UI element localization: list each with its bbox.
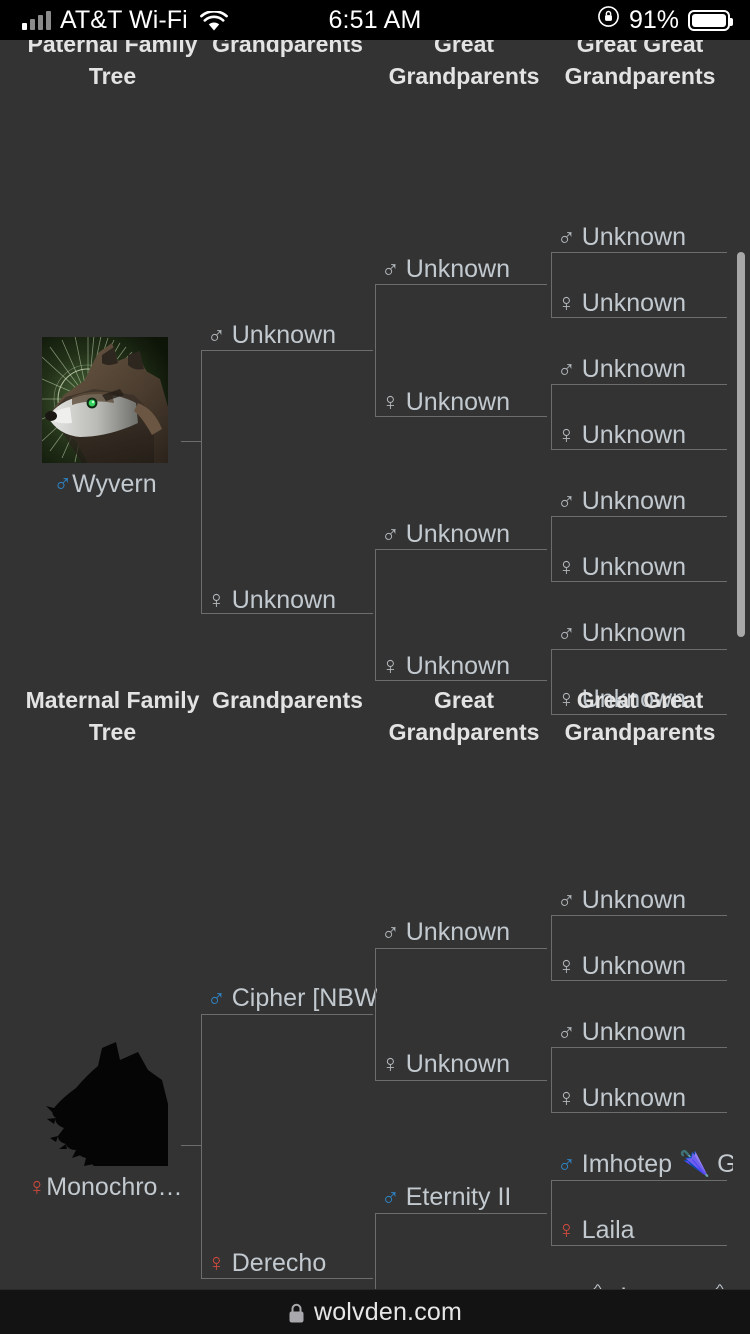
wolf-portrait-monochrome[interactable] — [42, 1040, 168, 1166]
wolf-portrait-wyvern[interactable] — [42, 337, 168, 463]
paternal-ggg-5[interactable]: ♀ Unknown — [557, 552, 729, 582]
maternal-col-header-great-great-grandparents: Great Great Grandparents — [564, 687, 716, 745]
paternal-col-header-grandparents: Grandparents — [212, 40, 363, 57]
male-symbol-icon: ♂ — [557, 1018, 576, 1046]
paternal-subject-name[interactable]: ♂Wyvern — [22, 470, 188, 499]
paternal-col-header-subject: Paternal Family Tree — [27, 40, 198, 89]
paternal-ggg-4[interactable]: ♂ Unknown — [557, 486, 729, 516]
male-symbol-icon: ♂ — [557, 1282, 576, 1289]
maternal-col-header-grandparents: Grandparents — [212, 687, 363, 713]
paternal-col-header-great-grandparents: Great Grandparents — [388, 40, 540, 89]
male-symbol-icon: ♂ — [381, 1183, 400, 1211]
female-symbol-icon: ♀ — [557, 1216, 576, 1244]
maternal-subject-name[interactable]: ♀Monochro… — [22, 1173, 188, 1202]
maternal-stub-subject — [181, 1145, 202, 1146]
status-bar-right: 91% — [597, 5, 733, 35]
paternal-ggg-2[interactable]: ♂ Unknown — [557, 354, 729, 384]
male-symbol-icon: ♂ — [207, 321, 226, 349]
male-symbol-icon: ♂ — [557, 223, 576, 251]
maternal-ggg-0[interactable]: ♂ Unknown — [557, 885, 729, 915]
maternal-ggg-3[interactable]: ♀ Unknown — [557, 1083, 729, 1113]
page-scrollbar[interactable] — [737, 252, 745, 637]
male-symbol-icon: ♂ — [557, 886, 576, 914]
browser-address-bar[interactable]: wolvden.com — [0, 1289, 750, 1334]
female-symbol-icon: ♀ — [27, 1173, 47, 1201]
paternal-family-tree: Paternal Family Tree Grandparents Great … — [0, 40, 750, 715]
female-symbol-icon: ♀ — [381, 1050, 400, 1078]
male-symbol-icon: ♂ — [557, 355, 576, 383]
paternal-ggg-1[interactable]: ♀ Unknown — [557, 288, 729, 318]
paternal-subject[interactable]: ♂Wyvern — [22, 337, 188, 499]
maternal-subject[interactable]: ♀Monochro… — [22, 1040, 188, 1202]
maternal-grandparent-0[interactable]: ♂Cipher [NBW/… — [207, 983, 377, 1013]
maternal-col-header-great-grandparents: Great Grandparents — [388, 687, 540, 745]
paternal-great-grandparent-3[interactable]: ♀ Unknown — [381, 651, 549, 681]
paternal-tree-body: ♂Wyvern ♂ Unknown ♀ Unknown ♂ Unknown ♀ … — [0, 110, 750, 715]
female-symbol-icon: ♀ — [557, 553, 576, 581]
rotation-lock-icon — [597, 5, 620, 35]
female-symbol-icon: ♀ — [557, 289, 576, 317]
paternal-grandparent-1[interactable]: ♀ Unknown — [207, 585, 377, 615]
maternal-grandparent-1[interactable]: ♀ Derecho — [207, 1248, 377, 1278]
paternal-grandparent-0[interactable]: ♂ Unknown — [207, 320, 377, 350]
paternal-great-grandparent-0[interactable]: ♂ Unknown — [381, 254, 549, 284]
male-symbol-icon: ♂ — [381, 520, 400, 548]
female-symbol-icon: ♀ — [557, 1084, 576, 1112]
maternal-ggg-6[interactable]: ♂🏔 Lacero 🏔 … — [557, 1282, 733, 1289]
female-symbol-icon: ♀ — [207, 586, 226, 614]
paternal-stub-subject — [181, 441, 202, 442]
maternal-ggg-1[interactable]: ♀ Unknown — [557, 951, 729, 981]
paternal-ggg-6[interactable]: ♂ Unknown — [557, 618, 729, 648]
paternal-ggg-0[interactable]: ♂ Unknown — [557, 222, 729, 252]
male-symbol-icon: ♂ — [207, 984, 226, 1012]
male-symbol-icon: ♂ — [381, 255, 400, 283]
maternal-bracket-great-grandparents-bottom — [375, 1213, 547, 1289]
maternal-ggg-4[interactable]: ♂Imhotep 🌂 G1 — [557, 1149, 733, 1179]
maternal-header-row: Maternal Family Tree Grandparents Great … — [0, 678, 750, 752]
male-symbol-icon: ♂ — [53, 470, 73, 498]
paternal-great-grandparent-1[interactable]: ♀ Unknown — [381, 387, 549, 417]
paternal-header-row: Paternal Family Tree Grandparents Great … — [0, 40, 750, 110]
paternal-ggg-3[interactable]: ♀ Unknown — [557, 420, 729, 450]
phone-screen: AT&T Wi-Fi 6:51 AM 91% Paternal Family T… — [0, 0, 750, 1334]
maternal-bracket-grandparents — [201, 1014, 373, 1279]
female-symbol-icon: ♀ — [381, 388, 400, 416]
paternal-great-grandparent-2[interactable]: ♂ Unknown — [381, 519, 549, 549]
male-symbol-icon: ♂ — [557, 487, 576, 515]
paternal-col-header-great-great-grandparents: Great Great Grandparents — [564, 40, 716, 89]
maternal-tree-body: ♀Monochro… ♂Cipher [NBW/… ♀Derecho ♂Unkn… — [0, 752, 750, 1289]
maternal-ggg-2[interactable]: ♂ Unknown — [557, 1017, 729, 1047]
female-symbol-icon: ♀ — [557, 952, 576, 980]
female-symbol-icon: ♀ — [381, 652, 400, 680]
status-bar: AT&T Wi-Fi 6:51 AM 91% — [0, 0, 750, 40]
female-symbol-icon: ♀ — [557, 421, 576, 449]
web-page-content[interactable]: Paternal Family Tree Grandparents Great … — [0, 40, 750, 1289]
battery-percent: 91% — [628, 5, 679, 34]
female-symbol-icon: ♀ — [207, 1249, 226, 1277]
paternal-bracket-grandparents — [201, 350, 373, 614]
lock-icon — [288, 1303, 304, 1322]
maternal-great-grandparent-2[interactable]: ♂ Eternity II — [381, 1182, 549, 1212]
male-symbol-icon: ♂ — [381, 918, 400, 946]
maternal-ggg-5[interactable]: ♀ Laila — [557, 1215, 729, 1245]
maternal-great-grandparent-0[interactable]: ♂ Unknown — [381, 917, 549, 947]
maternal-great-grandparent-1[interactable]: ♀ Unknown — [381, 1049, 549, 1079]
male-symbol-icon: ♂ — [557, 619, 576, 647]
male-symbol-icon: ♂ — [557, 1150, 576, 1178]
battery-icon — [688, 9, 733, 31]
url-text[interactable]: wolvden.com — [314, 1298, 462, 1327]
maternal-family-tree: Maternal Family Tree Grandparents Great … — [0, 678, 750, 1289]
maternal-col-header-subject: Maternal Family Tree — [25, 687, 200, 745]
